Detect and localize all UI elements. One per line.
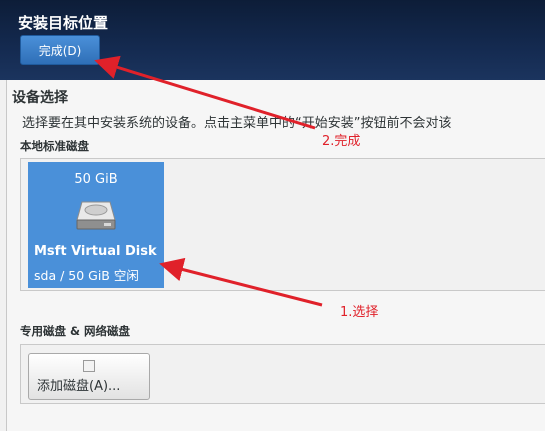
annotation-step2: 2.完成	[322, 134, 361, 149]
arrow-to-disk-tile	[159, 257, 323, 307]
annotation-step1: 1.选择	[340, 305, 379, 320]
arrow-to-done-button	[94, 55, 316, 130]
annotation-arrows	[94, 55, 323, 307]
